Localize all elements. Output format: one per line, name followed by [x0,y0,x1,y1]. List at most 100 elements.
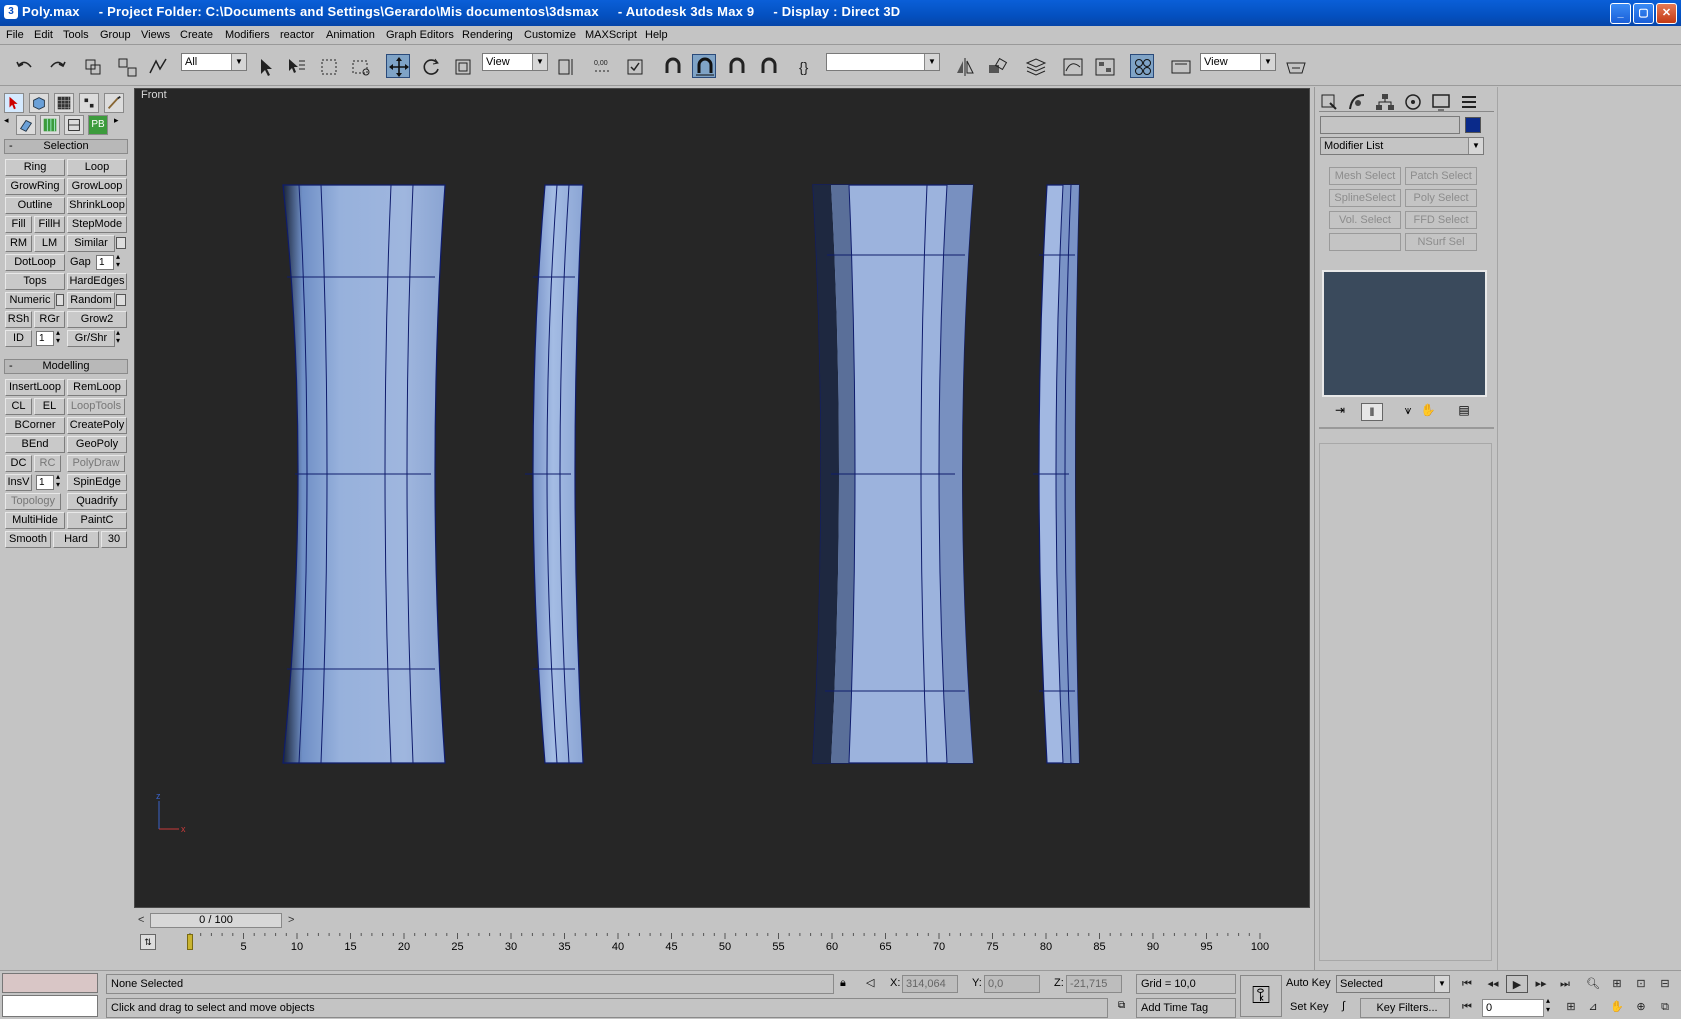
select-object-icon[interactable] [253,54,277,78]
menu-rendering[interactable]: Rendering [462,29,513,41]
quadrify-button[interactable]: Quadrify [67,493,127,510]
spinner-snap-toggle-icon[interactable] [756,54,780,78]
menu-tools[interactable]: Tools [63,29,89,41]
edit-named-selection-sets-icon[interactable]: {} [795,54,819,78]
random-button[interactable]: Random [67,292,115,309]
hard-button[interactable]: Hard [53,531,99,548]
menu-maxscript[interactable]: MAXScript [585,29,637,41]
window-crossing-icon[interactable] [348,54,372,78]
configure-modifier-sets-icon[interactable]: ▤ [1455,403,1473,421]
smooth-angle-button[interactable]: 30 [101,531,127,548]
dc-button[interactable]: DC [5,455,32,472]
green-grid-icon[interactable] [40,115,60,135]
render-scene-icon[interactable] [1168,54,1192,78]
insertloop-button[interactable]: InsertLoop [5,379,65,396]
rgr-button[interactable]: RGr [34,311,65,328]
mirror-icon[interactable] [952,54,976,78]
menu-create[interactable]: Create [180,29,213,41]
rm-button[interactable]: RM [5,235,32,252]
undo-button[interactable] [12,54,36,78]
polydraw-button[interactable]: PolyDraw [67,455,125,472]
object-color-swatch[interactable] [1465,117,1481,133]
lm-button[interactable]: LM [34,235,65,252]
dotloop-button[interactable]: DotLoop [5,254,65,271]
modifier-stack[interactable] [1322,270,1487,397]
key-tangent-icon[interactable]: ∫ [1342,1000,1345,1012]
id-button[interactable]: ID [5,330,32,347]
poly-object-2[interactable] [525,184,584,764]
go-to-end-icon[interactable]: ⏭ [1554,975,1576,993]
zoom-all-icon[interactable]: ⊞ [1606,975,1628,993]
track-bar[interactable]: ⇅ 5 10 15 20 25 30 35 40 45 50 55 60 65 70 75 80 85 90 95 1… [134,931,1310,953]
select-by-name-icon[interactable] [283,54,307,78]
next-frame-icon[interactable]: ▸▸ [1530,975,1552,993]
play-icon[interactable]: ▶ [1506,975,1528,993]
looptools-button[interactable]: LoopTools [67,398,125,415]
add-time-tag-button[interactable]: Add Time Tag [1136,998,1236,1018]
bridge-tool-icon[interactable] [64,115,84,135]
key-filters-button[interactable]: Key Filters... [1360,998,1450,1018]
ffd-select-button[interactable]: FFD Select [1405,211,1477,229]
edit-named-selections-icon[interactable] [622,54,646,78]
front-viewport[interactable]: Front z x [134,88,1310,908]
menu-animation[interactable]: Animation [326,29,375,41]
smooth-button[interactable]: Smooth [5,531,51,548]
menu-reactor[interactable]: reactor [280,29,314,41]
pivot-center-icon[interactable] [553,54,577,78]
grshr-spinner-arrows-icon[interactable]: ▴ ▾ [116,329,120,345]
remloop-button[interactable]: RemLoop [67,379,127,396]
bind-to-space-warp-icon[interactable] [145,54,169,78]
lock-selection-icon[interactable]: 🔒︎ [840,977,846,990]
poly-object-1[interactable] [282,184,446,764]
bend-button[interactable]: BEnd [5,436,65,453]
box-tool-icon[interactable] [29,93,49,113]
display-tab-icon[interactable] [1430,91,1452,113]
percent-snap-icon[interactable] [724,54,748,78]
spinedge-button[interactable]: SpinEdge [67,474,127,491]
frame-spinner-arrows-icon[interactable]: ▴ ▾ [1546,996,1550,1014]
scroll-left-icon[interactable]: ◂ [4,115,14,135]
selection-filter-dropdown[interactable]: All ▼ [181,53,247,71]
menu-modifiers[interactable]: Modifiers [225,29,270,41]
modifier-list-dropdown[interactable]: Modifier List ▼ [1320,137,1484,155]
empty-modifier-button[interactable] [1329,233,1401,251]
shrinkloop-button[interactable]: ShrinkLoop [67,197,127,214]
time-prev-icon[interactable]: < [138,914,144,926]
insv-spinner-arrows-icon[interactable]: ▴ ▾ [56,473,60,489]
rc-button[interactable]: RC [34,455,61,472]
hierarchy-tab-icon[interactable] [1374,91,1396,113]
similar-button[interactable]: Similar [67,235,115,252]
rsh-button[interactable]: RSh [5,311,32,328]
stepmode-button[interactable]: StepMode [67,216,127,233]
mesh-select-button[interactable]: Mesh Select [1329,167,1401,185]
id-spinner[interactable]: 1 [36,331,54,346]
angle-snap-icon[interactable] [692,54,716,78]
fillh-button[interactable]: FillH [34,216,65,233]
remove-modifier-icon[interactable]: ✋ [1419,403,1437,421]
select-and-scale-icon[interactable] [450,54,474,78]
app-icon[interactable]: 3 [4,5,18,19]
unlink-icon[interactable] [114,54,138,78]
paint-brush-icon[interactable] [104,93,124,113]
zoom-extents-all-icon[interactable]: ⊟ [1654,975,1676,993]
extrude-tool-icon[interactable] [16,115,36,135]
curve-editor-icon[interactable] [1060,54,1084,78]
show-end-result-icon[interactable]: ‖ [1361,403,1383,421]
random-options-box[interactable] [116,294,126,306]
insv-spinner[interactable]: 1 [36,475,54,490]
current-frame-marker[interactable] [187,934,193,950]
cl-button[interactable]: CL [5,398,32,415]
gap-spinner[interactable]: 1 [96,255,114,270]
insv-button[interactable]: InsV [5,474,32,491]
menu-help[interactable]: Help [645,29,668,41]
bcorner-button[interactable]: BCorner [5,417,65,434]
similar-options-box[interactable] [116,237,126,249]
select-tool-icon[interactable] [4,93,24,113]
pin-stack-icon[interactable]: ⇥ [1331,403,1349,421]
y-coordinate-field[interactable]: 0,0 [984,975,1040,993]
menu-customize[interactable]: Customize [524,29,576,41]
maxscript-input-mini[interactable] [2,995,98,1017]
select-and-link-icon[interactable] [80,54,104,78]
numeric-options-box[interactable] [56,294,64,306]
layer-manager-icon[interactable] [1023,54,1047,78]
